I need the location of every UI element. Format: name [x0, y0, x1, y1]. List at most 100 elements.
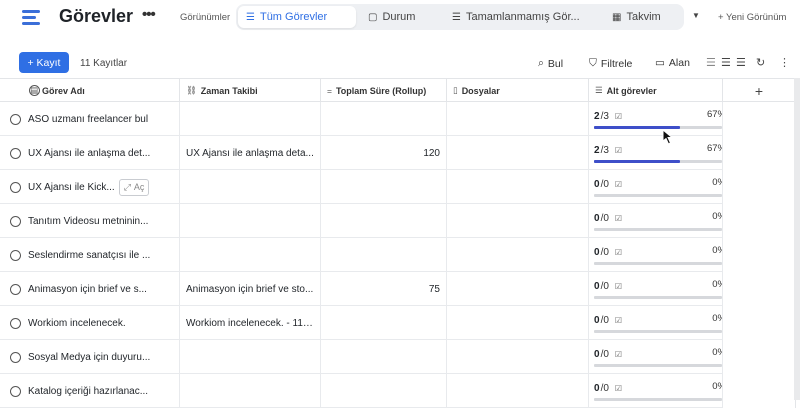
time-tracking-cell[interactable]: UX Ajansı ile anlaşma deta...	[180, 136, 321, 170]
total-time-cell[interactable]	[321, 306, 447, 340]
table-row[interactable]: Tanıtım Videosu metninin... 0 /0 ☑ 0%	[0, 204, 723, 238]
row-checkbox[interactable]	[10, 113, 21, 125]
row-checkbox[interactable]	[10, 283, 21, 295]
tab-all-tasks[interactable]: ☰ Tüm Görevler	[238, 6, 356, 28]
subtasks-cell[interactable]: 2 /3 ☑ 67%	[589, 136, 723, 170]
subtasks-cell[interactable]: 0 /0 ☑ 0%	[589, 272, 723, 306]
task-name-cell[interactable]: UX Ajansı ile Kick... ⤢ Aç	[0, 170, 180, 204]
row-height-large-icon[interactable]: ☰	[736, 56, 746, 69]
time-tracking-cell[interactable]	[180, 340, 321, 374]
files-cell[interactable]	[447, 136, 589, 170]
row-height-small-icon[interactable]: ☰	[706, 56, 716, 69]
chevron-down-icon[interactable]: ▼	[692, 11, 700, 20]
time-tracking-cell[interactable]	[180, 374, 321, 408]
task-name-cell[interactable]: Sosyal Medya için duyuru...	[0, 340, 180, 374]
files-cell[interactable]	[447, 272, 589, 306]
expand-icon: ⤢	[123, 181, 131, 192]
time-tracking-cell[interactable]	[180, 204, 321, 238]
table-row[interactable]: Seslendirme sanatçısı ile ... 0 /0 ☑ 0%	[0, 238, 723, 272]
total-time-cell[interactable]: 75	[321, 272, 447, 306]
table-row[interactable]: UX Ajansı ile Kick... ⤢Aç 0 /0 ☑ 0%	[0, 170, 723, 204]
task-name-cell[interactable]: UX Ajansı ile anlaşma det...	[0, 136, 180, 170]
new-view-button[interactable]: + Yeni Görünüm	[718, 12, 786, 23]
files-cell[interactable]	[447, 374, 589, 408]
total-time-cell[interactable]	[321, 170, 447, 204]
table-row[interactable]: Sosyal Medya için duyuru... 0 /0 ☑ 0%	[0, 340, 723, 374]
subtasks-percent: 0%	[712, 313, 722, 324]
row-checkbox[interactable]	[10, 215, 21, 227]
task-name-cell[interactable]: Workiom incelenecek.	[0, 306, 180, 340]
row-height-medium-icon[interactable]: ☰	[721, 56, 731, 69]
subtasks-cell[interactable]: 0 /0 ☑ 0%	[589, 238, 723, 272]
column-header-total-time[interactable]: = Toplam Süre (Rollup)	[321, 79, 447, 102]
total-time-cell[interactable]	[321, 238, 447, 272]
add-record-button[interactable]: + Kayıt	[19, 52, 69, 73]
task-name-cell[interactable]: Katalog içeriği hazırlanac...	[0, 374, 180, 408]
column-header-subtasks[interactable]: ☰ Alt görevler	[589, 79, 723, 102]
table-row[interactable]: Workiom incelenecek. Workiom incelenecek…	[0, 306, 723, 340]
tab-incomplete[interactable]: ☰ Tamamlanmamış Gör...	[444, 6, 594, 28]
field-button[interactable]: ▭ Alan	[655, 57, 690, 69]
row-extra-space	[723, 306, 796, 340]
row-checkbox[interactable]	[10, 351, 21, 363]
task-name: Sosyal Medya için duyuru...	[28, 351, 151, 363]
files-cell[interactable]	[447, 306, 589, 340]
subtasks-cell[interactable]: 0 /0 ☑ 0%	[589, 306, 723, 340]
total-time-cell[interactable]	[321, 204, 447, 238]
refresh-icon[interactable]: ↻	[756, 56, 765, 69]
time-tracking-cell[interactable]	[180, 170, 321, 204]
files-cell[interactable]	[447, 170, 589, 204]
subtasks-cell[interactable]: 0 /0 ☑ 0%	[589, 374, 723, 408]
subtasks-total: /0	[600, 382, 609, 394]
menu-icon[interactable]	[22, 9, 40, 25]
column-header-time-tracking[interactable]: ⛓ Zaman Takibi	[180, 79, 321, 102]
row-checkbox[interactable]	[10, 317, 21, 329]
subtasks-percent: 0%	[712, 211, 722, 222]
column-header-files[interactable]: ▯ Dosyalar	[447, 79, 589, 102]
table-row[interactable]: UX Ajansı ile anlaşma det... UX Ajansı i…	[0, 136, 723, 170]
total-time-cell[interactable]	[321, 340, 447, 374]
task-name-cell[interactable]: ASO uzmanı freelancer bul	[0, 102, 180, 136]
files-cell[interactable]	[447, 238, 589, 272]
subtasks-cell[interactable]: 0 /0 ☑ 0%	[589, 340, 723, 374]
find-button[interactable]: ⌕ Bul	[538, 57, 563, 70]
more-icon[interactable]: ⋮	[779, 56, 790, 69]
total-time-cell[interactable]	[321, 102, 447, 136]
time-tracking-cell[interactable]	[180, 102, 321, 136]
task-name-cell[interactable]: Tanıtım Videosu metninin...	[0, 204, 180, 238]
column-header-task-name[interactable]: ▤ Görev Adı	[0, 79, 180, 102]
task-name-cell[interactable]: Animasyon için brief ve s...	[0, 272, 180, 306]
vertical-scrollbar[interactable]	[794, 78, 800, 400]
more-options-button[interactable]: •••	[142, 6, 156, 23]
view-tabs: ☰ Tüm Görevler ▢ Durum ☰ Tamamlanmamış G…	[236, 4, 684, 30]
total-time-cell[interactable]: 120	[321, 136, 447, 170]
checkbox-icon: ☑	[614, 145, 623, 155]
subtasks-cell[interactable]: 0 /0 ☑ 0%	[589, 204, 723, 238]
files-cell[interactable]	[447, 204, 589, 238]
add-column-button[interactable]: +	[723, 79, 796, 102]
filter-button[interactable]: ⛉ Filtrele	[589, 57, 632, 70]
tab-calendar[interactable]: ▦ Takvim	[604, 6, 682, 28]
row-checkbox[interactable]	[10, 147, 21, 159]
row-checkbox[interactable]	[10, 249, 21, 261]
select-all-checkbox[interactable]	[29, 85, 40, 96]
time-tracking-cell[interactable]: Workiom incelenecek. - 11.1...	[180, 306, 321, 340]
task-name: ASO uzmanı freelancer bul	[28, 113, 149, 125]
row-checkbox[interactable]	[10, 385, 21, 397]
table-row[interactable]: ASO uzmanı freelancer bul 2 /3 ☑ 67%	[0, 102, 723, 136]
total-time-value: 75	[428, 283, 440, 295]
subtasks-cell[interactable]: 2 /3 ☑ 67%	[589, 102, 723, 136]
task-name-cell[interactable]: Seslendirme sanatçısı ile ...	[0, 238, 180, 272]
subtasks-cell[interactable]: 0 /0 ☑ 0%	[589, 170, 723, 204]
time-tracking-cell[interactable]: Animasyon için brief ve sto...	[180, 272, 321, 306]
table-row[interactable]: Katalog içeriği hazırlanac... 0 /0 ☑ 0%	[0, 374, 723, 408]
row-checkbox[interactable]	[10, 181, 21, 193]
open-record-button[interactable]: ⤢ Aç	[118, 178, 150, 196]
time-tracking-cell[interactable]	[180, 238, 321, 272]
files-cell[interactable]	[447, 102, 589, 136]
table-row[interactable]: Animasyon için brief ve s... Animasyon i…	[0, 272, 723, 306]
files-cell[interactable]	[447, 340, 589, 374]
tab-status[interactable]: ▢ Durum	[360, 6, 440, 28]
total-time-cell[interactable]	[321, 374, 447, 408]
subtasks-done: 0	[594, 348, 600, 360]
